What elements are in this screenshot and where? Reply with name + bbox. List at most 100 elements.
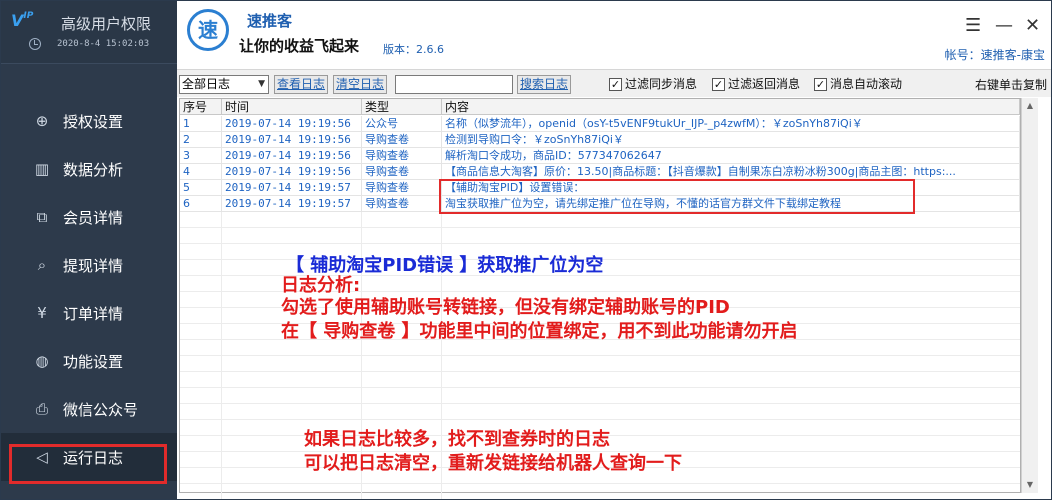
grid-line — [180, 372, 442, 388]
sidebar-header: VIP 高级用户权限 2020-8-4 15:02:03 — [1, 1, 177, 64]
grid-line — [180, 404, 442, 420]
sidebar-item-label: 功能设置 — [63, 352, 124, 371]
sidebar-item-data-analysis[interactable]: ▥ 数据分析 — [1, 145, 177, 193]
sidebar: VIP 高级用户权限 2020-8-4 15:02:03 ⊕ 授权设置 ▥ 数据… — [1, 1, 177, 499]
app-logo: 速 — [187, 9, 229, 51]
printer-icon: ⎙ — [35, 400, 48, 418]
sidebar-item-auth-settings[interactable]: ⊕ 授权设置 — [1, 97, 177, 145]
annotation-analysis-line-2: 在【 导购查卷 】功能里中间的位置绑定，用不到此功能请勿开启 — [281, 321, 798, 342]
sidebar-item-label: 订单详情 — [63, 304, 124, 323]
app-window: VIP 高级用户权限 2020-8-4 15:02:03 ⊕ 授权设置 ▥ 数据… — [0, 0, 1052, 500]
annotation-analysis-line-1: 勾选了使用辅助账号转链接，但没有绑定辅助账号的PID — [281, 297, 730, 318]
cell-type: 导购查卷 — [362, 196, 442, 212]
sidebar-item-withdraw-details[interactable]: ⌕ 提现详情 — [1, 241, 177, 289]
filter-return-label: 过滤返回消息 — [728, 77, 801, 91]
sidebar-item-wechat-official[interactable]: ⎙ 微信公众号 — [1, 385, 177, 433]
table-row[interactable]: 4 2019-07-14 19:19:56 导购查卷 【商品信息大淘客】原价：1… — [180, 164, 1020, 180]
scroll-down-icon[interactable]: ▼ — [1022, 477, 1038, 493]
cell-time: 2019-07-14 19:19:56 — [222, 132, 362, 148]
copy-hint: 右键单击复制 — [974, 78, 1047, 92]
sidebar-item-label: 数据分析 — [63, 160, 124, 179]
search-report-icon: ⌕ — [37, 256, 47, 274]
error-highlight-box — [439, 179, 915, 214]
cell-no: 2 — [180, 132, 222, 148]
check-icon: ✓ — [712, 77, 725, 91]
check-icon: ✓ — [609, 77, 622, 91]
chart-icon: ▥ — [34, 160, 50, 178]
table-row[interactable]: 3 2019-07-14 19:19:56 导购查卷 解析淘口令成功，商品ID：… — [180, 148, 1020, 164]
auto-scroll-label: 消息自动滚动 — [830, 77, 903, 91]
empty-table-row — [180, 484, 1020, 499]
cell-no: 3 — [180, 148, 222, 164]
sidebar-item-label: 提现详情 — [63, 256, 124, 275]
cell-content: 【商品信息大淘客】原价：13.50|商品标题：【抖音爆款】自制果冻白凉粉冰粉30… — [442, 164, 1020, 180]
grid-line — [180, 212, 442, 228]
user-level-title: 高级用户权限 — [61, 15, 152, 33]
view-log-button[interactable]: 查看日志 — [274, 75, 329, 94]
app-name: 速推客 — [247, 12, 293, 30]
empty-table-row — [180, 228, 1020, 244]
auto-scroll-checkbox[interactable]: ✓ 消息自动滚动 — [814, 76, 902, 92]
cell-content: 名称（似梦流年），openid（osY-t5vENF9tukUr_IJP-_p4… — [442, 116, 1020, 132]
external-link-icon: ⧉ — [36, 208, 48, 226]
sidebar-item-order-details[interactable]: ¥ 订单详情 — [1, 289, 177, 337]
vertical-scrollbar[interactable]: ▲ ▼ — [1021, 98, 1038, 493]
cell-type: 导购查卷 — [362, 180, 442, 196]
cell-time: 2019-07-14 19:19:56 — [222, 148, 362, 164]
sidebar-item-label: 会员详情 — [63, 208, 124, 227]
annotation-tip-line-2: 可以把日志清空，重新发链接给机器人查询一下 — [304, 453, 682, 474]
cell-type: 导购查卷 — [362, 164, 442, 180]
grid-line — [180, 228, 442, 244]
clock-icon — [29, 38, 41, 50]
table-row[interactable]: 2 2019-07-14 19:19:56 导购查卷 检测到导购口令：￥zoSn… — [180, 132, 1020, 148]
cell-no: 6 — [180, 196, 222, 212]
clear-log-button[interactable]: 清空日志 — [333, 75, 388, 94]
grid-line — [180, 484, 442, 499]
column-header-no[interactable]: 序号 — [180, 99, 222, 115]
empty-table-row — [180, 372, 1020, 388]
scroll-up-icon[interactable]: ▲ — [1022, 98, 1038, 114]
sidebar-item-feature-settings[interactable]: ◍ 功能设置 — [1, 337, 177, 385]
cell-content: 解析淘口令成功，商品ID：577347062647 — [442, 148, 1020, 164]
search-input[interactable] — [395, 75, 513, 94]
app-slogan: 让你的收益飞起来 — [239, 37, 360, 55]
annotation-tip-line-1: 如果日志比较多，找不到查券时的日志 — [304, 429, 610, 450]
search-log-button[interactable]: 搜索日志 — [517, 75, 572, 94]
grid-line — [180, 388, 442, 404]
log-filter-value: 全部日志 — [182, 77, 231, 91]
current-datetime: 2020-8-4 15:02:03 — [57, 39, 150, 49]
empty-table-row — [180, 404, 1020, 420]
sidebar-item-label: 授权设置 — [63, 112, 124, 131]
column-header-type[interactable]: 类型 — [362, 99, 442, 115]
cell-time: 2019-07-14 19:19:57 — [222, 180, 362, 196]
empty-table-row — [180, 356, 1020, 372]
column-header-content[interactable]: 内容 — [442, 99, 1020, 115]
cell-time: 2019-07-14 19:19:57 — [222, 196, 362, 212]
check-icon: ✓ — [814, 77, 827, 91]
filter-sync-checkbox[interactable]: ✓ 过滤同步消息 — [609, 76, 697, 92]
account-label: 帐号：速推客-康宝 — [944, 48, 1045, 62]
table-row[interactable]: 1 2019-07-14 19:19:56 公众号 名称（似梦流年），openi… — [180, 116, 1020, 132]
empty-table-row — [180, 388, 1020, 404]
annotation-analysis-label: 日志分析: — [281, 275, 361, 296]
chevron-down-icon: ▼ — [258, 79, 265, 89]
sidebar-item-label: 微信公众号 — [63, 400, 139, 419]
log-filter-select[interactable]: 全部日志 ▼ — [179, 75, 269, 94]
column-header-time[interactable]: 时间 — [222, 99, 362, 115]
annotation-error-title: 【 辅助淘宝PID错误 】获取推广位为空 — [286, 255, 604, 276]
close-icon[interactable]: ✕ — [1025, 17, 1040, 35]
sidebar-item-member-details[interactable]: ⧉ 会员详情 — [1, 193, 177, 241]
cell-time: 2019-07-14 19:19:56 — [222, 116, 362, 132]
cell-time: 2019-07-14 19:19:56 — [222, 164, 362, 180]
app-header: 速 速推客 让你的收益飞起来 版本：2.6.6 ☰ — ✕ 帐号：速推客-康宝 — [177, 1, 1051, 69]
cell-type: 公众号 — [362, 116, 442, 132]
run-log-highlight-box — [9, 444, 167, 484]
cell-content: 检测到导购口令：￥zoSnYh87iQi￥ — [442, 132, 1020, 148]
minimize-icon[interactable]: — — [995, 17, 1013, 35]
cell-no: 1 — [180, 116, 222, 132]
grid-line — [180, 356, 442, 372]
filter-return-checkbox[interactable]: ✓ 过滤返回消息 — [712, 76, 800, 92]
menu-icon[interactable]: ☰ — [965, 17, 981, 35]
log-toolbar: 全部日志 ▼ 查看日志 清空日志 搜索日志 ✓ 过滤同步消息 ✓ 过滤返回消息 … — [177, 69, 1051, 97]
sidebar-menu: ⊕ 授权设置 ▥ 数据分析 ⧉ 会员详情 ⌕ 提现详情 ¥ 订单详情 ◍ 功能设… — [1, 97, 177, 481]
